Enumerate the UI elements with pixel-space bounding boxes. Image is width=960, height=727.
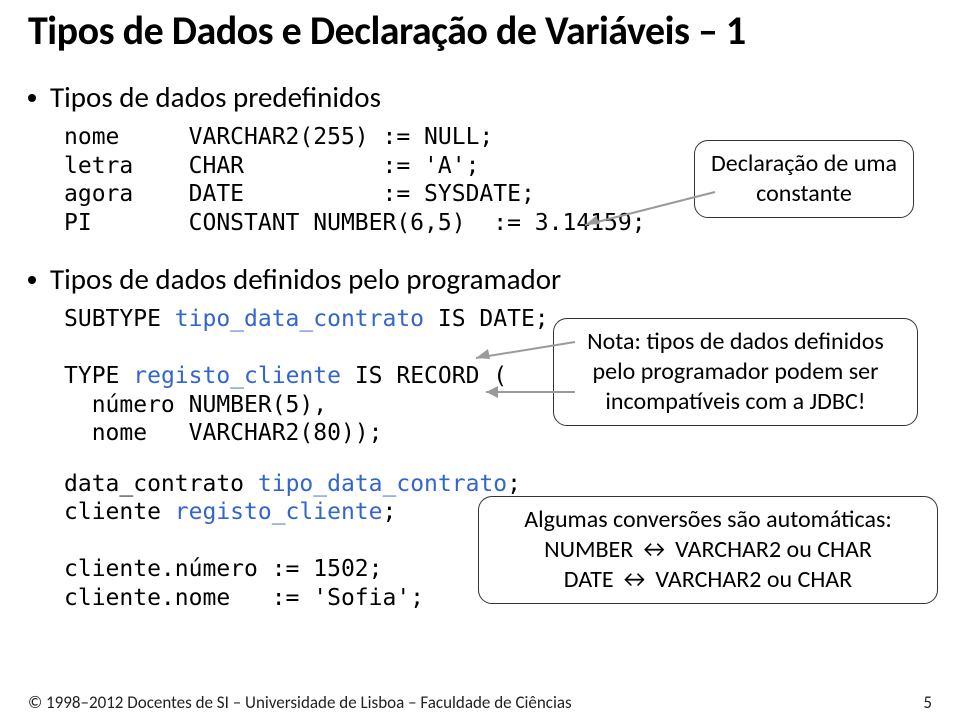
bullet-text: Tipos de dados definidos pelo programado… [50,261,561,297]
code-line: PI CONSTANT NUMBER(6,5) := 3.14159; [64,210,646,236]
slide-title: Tipos de Dados e Declaração de Variáveis… [28,0,932,55]
callout-line: Algumas conversões são automáticas: [493,505,923,535]
code-line: nome VARCHAR2(255) := NULL; [64,124,493,150]
type-name: tipo_data_contrato [258,471,507,497]
slide-footer: © 1998–2012 Docentes de SI – Universidad… [28,692,932,713]
code-line: cliente.nome := 'Sofia'; [64,585,424,611]
arrow-icon [480,382,580,402]
bullet-predefined-types: Tipos de dados predefinidos [28,79,932,115]
bullet-dot-icon [28,276,36,284]
code-line: cliente.número := 1502; [64,556,383,582]
code-line: TYPE registo_cliente IS RECORD ( [64,363,507,389]
code-line: data_contrato tipo_data_contrato; [64,471,521,497]
arrow-icon [580,190,720,230]
arrows-horizontal-icon: ↔ [639,535,670,565]
bullet-dot-icon [28,94,36,102]
bullet-user-defined-types: Tipos de dados definidos pelo programado… [28,261,932,297]
code-line: letra CHAR := 'A'; [64,153,479,179]
callout-line: DATE ↔ VARCHAR2 ou CHAR [493,565,923,595]
code-line: nome VARCHAR2(80)); [64,420,383,446]
page-number: 5 [923,692,932,713]
arrow-icon [470,336,580,366]
copyright-text: © 1998–2012 Docentes de SI – Universidad… [28,692,572,713]
callout-line: NUMBER ↔ VARCHAR2 ou CHAR [493,535,923,565]
code-line: cliente registo_cliente; [64,499,396,525]
bullet-text: Tipos de dados predefinidos [50,79,381,115]
callout-constant-declaration: Declaração de uma constante [694,140,914,218]
type-name: tipo_data_contrato [175,306,424,332]
slide: Tipos de Dados e Declaração de Variáveis… [0,0,960,727]
type-name: registo_cliente [175,499,383,525]
callout-auto-conversions: Algumas conversões são automáticas: NUMB… [478,496,938,604]
code-line: SUBTYPE tipo_data_contrato IS DATE; [64,306,549,332]
code-line: agora DATE := SYSDATE; [64,181,535,207]
arrows-horizontal-icon: ↔ [619,565,650,595]
callout-jdbc-note: Nota: tipos de dados definidos pelo prog… [553,318,918,426]
code-line: número NUMBER(5), [64,392,327,418]
type-name: registo_cliente [133,363,341,389]
